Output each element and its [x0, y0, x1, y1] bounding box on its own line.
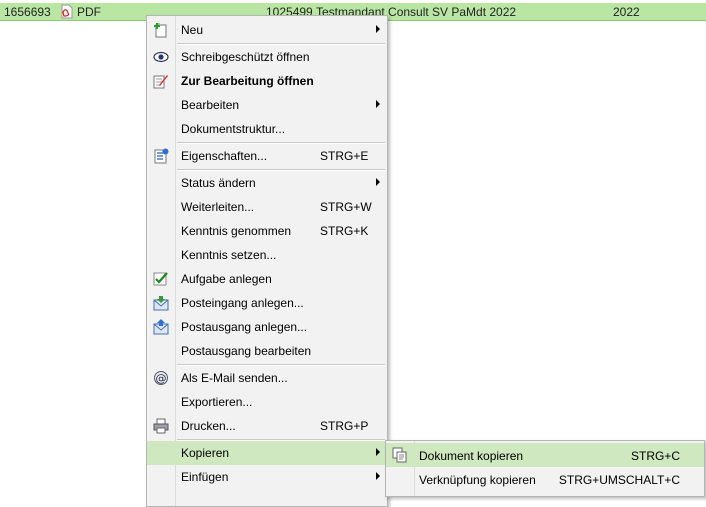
copy-icon — [392, 447, 407, 463]
submenu-item-shortcut: STRG+UMSCHALT+C — [558, 473, 680, 487]
doc-type: PDF — [77, 5, 101, 19]
properties-icon — [154, 148, 169, 164]
menu-item-label: Drucken... — [181, 419, 236, 433]
menu-item-bearbeiten[interactable]: Bearbeiten — [147, 93, 387, 117]
menu-item-neu[interactable]: Neu — [147, 18, 387, 42]
menu-item-eigenschaften[interactable]: Eigenschaften... STRG+E — [147, 144, 387, 168]
submenu-item-label: Verknüpfung kopieren — [419, 473, 536, 487]
submenu-arrow-icon — [376, 178, 380, 186]
menu-item-posteingang-anlegen[interactable]: Posteingang anlegen... — [147, 291, 387, 315]
menu-item-label: Kenntnis genommen — [181, 224, 292, 238]
menu-item-shortcut: STRG+W — [320, 200, 372, 214]
menu-item-label: Weiterleiten... — [181, 200, 255, 214]
menu-item-label: Exportieren... — [181, 395, 253, 409]
menu-item-label: Einfügen — [181, 470, 229, 484]
svg-text:@: @ — [156, 372, 167, 385]
menu-item-shortcut: STRG+P — [320, 419, 369, 433]
menu-item-label: Status ändern — [181, 176, 256, 190]
submenu-item-shortcut: STRG+C — [630, 449, 680, 463]
menu-item-kenntnis-setzen[interactable]: Kenntnis setzen... — [147, 243, 387, 267]
menu-item-label: Eigenschaften... — [181, 149, 268, 163]
submenu-arrow-icon — [376, 472, 380, 480]
menu-item-label: Kopieren — [181, 446, 230, 460]
menu-item-weiterleiten[interactable]: Weiterleiten... STRG+W — [147, 195, 387, 219]
menu-item-dokumentstruktur[interactable]: Dokumentstruktur... — [147, 117, 387, 141]
printer-icon — [153, 418, 169, 434]
doc-year: 2022 — [613, 5, 640, 19]
inbox-icon — [153, 296, 169, 311]
menu-item-label: Als E-Mail senden... — [181, 371, 288, 385]
menu-item-shortcut: STRG+K — [320, 224, 369, 238]
menu-item-kenntnis-genommen[interactable]: Kenntnis genommen STRG+K — [147, 219, 387, 243]
menu-item-exportieren[interactable]: Exportieren... — [147, 390, 387, 414]
menu-item-shortcut: STRG+E — [320, 149, 369, 163]
menu-item-kopieren[interactable]: Kopieren — [147, 441, 387, 465]
pdf-icon — [61, 4, 73, 19]
doc-name: SV PaMdt 2022 — [432, 5, 517, 19]
menu-item-label: Zur Bearbeitung öffnen — [181, 74, 314, 88]
context-menu: Neu Schreibgeschützt öffnen Zur Bearbeit… — [146, 15, 388, 507]
at-icon: @ — [154, 371, 168, 385]
edit-doc-icon — [153, 75, 168, 89]
menu-item-aufgabe-anlegen[interactable]: Aufgabe anlegen — [147, 267, 387, 291]
menu-item-schreibgeschuetzt-oeffnen[interactable]: Schreibgeschützt öffnen — [147, 45, 387, 69]
menu-item-label: Neu — [181, 23, 204, 37]
menu-item-label: Bearbeiten — [181, 98, 240, 112]
doc-id: 1656693 — [4, 5, 51, 19]
checkmark-icon — [153, 272, 168, 286]
menu-item-einfuegen[interactable]: Einfügen — [147, 465, 387, 489]
new-doc-icon — [154, 23, 167, 38]
menu-item-label: Aufgabe anlegen — [181, 272, 272, 286]
menu-item-postausgang-anlegen[interactable]: Postausgang anlegen... — [147, 315, 387, 339]
eye-icon — [153, 51, 169, 63]
menu-item-label: Kenntnis setzen... — [181, 248, 277, 262]
submenu-arrow-icon — [376, 25, 380, 33]
menu-item-status-aendern[interactable]: Status ändern — [147, 171, 387, 195]
menu-item-label: Dokumentstruktur... — [181, 122, 286, 136]
menu-item-postausgang-bearbeiten[interactable]: Postausgang bearbeiten — [147, 339, 387, 363]
submenu-item-dokument-kopieren[interactable]: Dokument kopieren STRG+C — [386, 443, 704, 467]
menu-item-label: Posteingang anlegen... — [181, 296, 304, 310]
menu-item-label: Schreibgeschützt öffnen — [181, 50, 310, 64]
outbox-icon — [153, 319, 169, 335]
menu-item-zur-bearbeitung-oeffnen[interactable]: Zur Bearbeitung öffnen — [147, 69, 387, 93]
menu-item-als-email-senden[interactable]: @ Als E-Mail senden... — [147, 366, 387, 390]
submenu-item-label: Dokument kopieren — [419, 449, 524, 463]
submenu-arrow-icon — [376, 100, 380, 108]
submenu-arrow-icon — [376, 448, 380, 456]
menu-item-label: Postausgang bearbeiten — [181, 344, 312, 358]
submenu-item-verknuepfung-kopieren[interactable]: Verknüpfung kopieren STRG+UMSCHALT+C — [386, 467, 704, 491]
menu-item-drucken[interactable]: Drucken... STRG+P — [147, 414, 387, 438]
menu-item-label: Postausgang anlegen... — [181, 320, 308, 334]
kopieren-submenu: Dokument kopieren STRG+C Verknüpfung kop… — [385, 440, 705, 497]
